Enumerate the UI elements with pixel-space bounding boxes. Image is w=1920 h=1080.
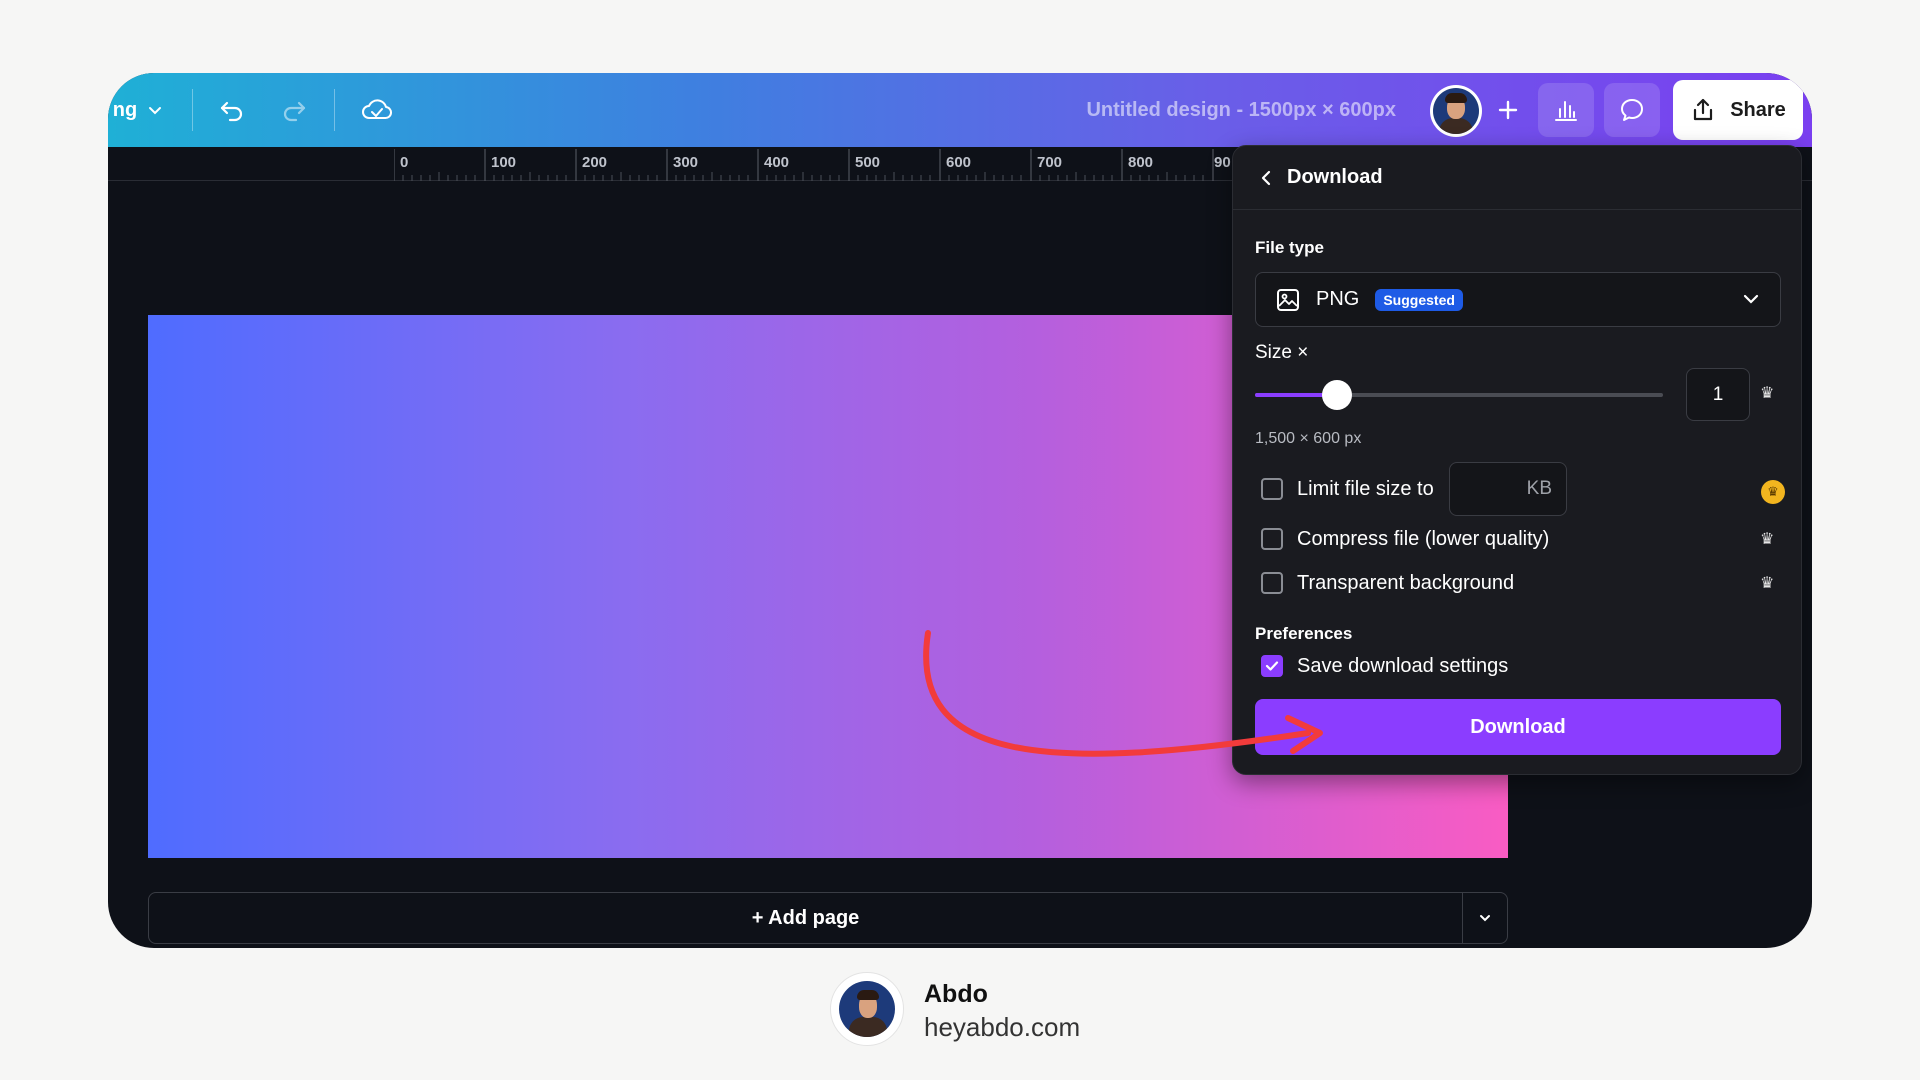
check-icon — [1265, 661, 1279, 671]
document-title[interactable]: Untitled design - 1500px × 600px — [1086, 73, 1396, 147]
size-input[interactable]: 1 — [1686, 368, 1750, 421]
undo-button[interactable] — [204, 73, 260, 147]
chevron-down-icon — [149, 107, 162, 115]
transparent-row: Transparent background — [1261, 568, 1514, 598]
ruler-label: 300 — [673, 154, 699, 171]
dimensions-text: 1,500 × 600 px — [1255, 430, 1362, 447]
add-page-button[interactable]: + Add page — [149, 893, 1463, 943]
save-settings-label: Save download settings — [1297, 654, 1509, 677]
top-toolbar: ng Untitled design - 1500px × 600px Shar… — [108, 73, 1812, 147]
file-type-value: PNG — [1316, 288, 1360, 310]
limit-file-size-row: Limit file size to — [1261, 474, 1434, 504]
save-status-button[interactable] — [348, 73, 406, 147]
file-type-label: File type — [1255, 238, 1324, 257]
panel-header: Download — [1233, 146, 1801, 210]
app-window: ng Untitled design - 1500px × 600px Shar… — [108, 73, 1812, 948]
author-website[interactable]: heyabdo.com — [924, 1012, 1080, 1043]
bar-chart-icon — [1555, 101, 1577, 121]
insights-button[interactable] — [1538, 83, 1594, 137]
add-page-bar: + Add page — [148, 892, 1508, 944]
author-name: Abdo — [924, 980, 988, 1008]
limit-file-size-checkbox[interactable] — [1261, 478, 1283, 500]
download-panel: Download File type PNG Suggested Size × … — [1232, 145, 1802, 775]
ruler-label: 90 — [1214, 154, 1231, 171]
invite-button[interactable] — [1486, 73, 1530, 147]
save-settings-row: Save download settings — [1261, 651, 1508, 681]
compress-checkbox[interactable] — [1261, 528, 1283, 550]
chevron-down-icon — [1480, 915, 1490, 922]
ruler-label: 200 — [582, 154, 608, 171]
undo-icon — [220, 101, 243, 122]
kb-unit: KB — [1526, 478, 1552, 499]
pages-expand-button[interactable] — [1463, 893, 1507, 943]
zoom-dropdown[interactable]: ng — [108, 73, 168, 147]
ruler-label: 100 — [491, 154, 517, 171]
panel-title: Download — [1287, 166, 1383, 188]
back-chevron-icon[interactable] — [1259, 169, 1273, 187]
ruler-label: 700 — [1037, 154, 1063, 171]
share-upload-icon — [1694, 98, 1713, 121]
cloud-check-icon — [362, 99, 392, 119]
download-button[interactable]: Download — [1255, 699, 1781, 755]
size-slider[interactable] — [1255, 380, 1663, 410]
save-settings-checkbox[interactable] — [1261, 655, 1283, 677]
crown-icon: ♛ — [1760, 531, 1775, 548]
compress-row: Compress file (lower quality) — [1261, 524, 1549, 554]
size-label: Size × — [1255, 342, 1309, 363]
crown-icon: ♛ — [1760, 385, 1775, 402]
compress-label: Compress file (lower quality) — [1297, 527, 1550, 550]
file-size-input[interactable]: KB — [1449, 462, 1567, 516]
plus-icon — [1498, 100, 1518, 120]
ruler-label: 500 — [855, 154, 881, 171]
limit-file-size-label: Limit file size to — [1297, 477, 1434, 500]
chevron-down-icon — [1743, 294, 1759, 304]
comment-icon — [1621, 99, 1643, 121]
ruler-label: 400 — [764, 154, 790, 171]
share-label: Share — [1730, 98, 1786, 121]
crown-icon: ♛ — [1760, 575, 1775, 592]
image-icon — [1277, 288, 1299, 311]
ruler-label: 0 — [400, 154, 409, 171]
file-type-select[interactable]: PNG Suggested — [1255, 272, 1781, 327]
ruler-label: 600 — [946, 154, 972, 171]
user-avatar[interactable] — [1430, 85, 1482, 137]
author-avatar — [830, 972, 904, 1046]
share-button[interactable]: Share — [1673, 80, 1803, 140]
comments-button[interactable] — [1604, 83, 1660, 137]
size-slider-handle[interactable] — [1321, 380, 1352, 410]
transparent-checkbox[interactable] — [1261, 572, 1283, 594]
transparent-label: Transparent background — [1297, 571, 1515, 594]
redo-icon — [283, 101, 306, 122]
zoom-label: ng — [112, 98, 138, 121]
ruler-label: 800 — [1128, 154, 1154, 171]
redo-button[interactable] — [266, 73, 322, 147]
preferences-label: Preferences — [1255, 624, 1353, 643]
suggested-badge: Suggested — [1375, 288, 1463, 311]
premium-crown-icon: ♛ — [1761, 480, 1785, 504]
